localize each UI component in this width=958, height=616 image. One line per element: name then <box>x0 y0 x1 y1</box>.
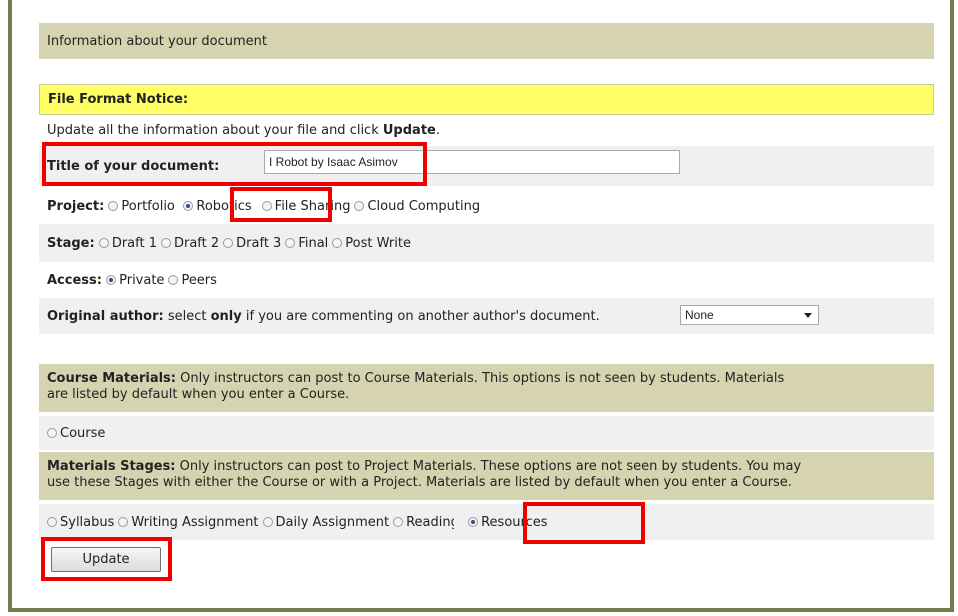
radio-icon[interactable] <box>332 238 343 248</box>
original-author-label: Original author: <box>47 308 164 324</box>
author-text-pre: select <box>163 308 211 324</box>
author-text-post: if you are commenting on another author'… <box>241 308 600 324</box>
option-label: Resources <box>481 514 548 530</box>
instruction-prefix: Update all the information about your fi… <box>47 123 383 138</box>
access-option-private[interactable]: Private <box>106 273 164 288</box>
title-input[interactable]: I Robot by Isaac Asimov <box>264 150 680 174</box>
original-author-text: Original author: select only if you are … <box>47 309 600 324</box>
option-label: Daily Assignment <box>275 514 390 530</box>
radio-icon[interactable] <box>98 238 109 248</box>
course-materials-row: Course Materials: Only instructors can p… <box>39 364 934 412</box>
option-label: Peers <box>181 272 217 288</box>
notice-instruction: Update all the information about your fi… <box>47 123 440 138</box>
stage-material-syllabus[interactable]: Syllabus <box>47 515 114 530</box>
option-label: Portfolio Prep <box>121 198 179 214</box>
radio-icon[interactable] <box>118 517 129 527</box>
option-label: Post Write <box>345 235 411 251</box>
materials-stages-text: Materials Stages: Only instructors can p… <box>47 459 801 491</box>
course-option-row: Course <box>39 416 934 450</box>
course-materials-desc-1: Only instructors can post to Course Mate… <box>176 371 785 386</box>
option-label: Cloud Computing <box>367 198 481 214</box>
option-label: Robotics <box>196 198 252 214</box>
stage-material-resources[interactable]: Resources <box>468 515 547 530</box>
course-materials-text: Course Materials: Only instructors can p… <box>47 371 784 403</box>
option-label: Course <box>60 425 106 441</box>
materials-stages-desc-1: Only instructors can post to Project Mat… <box>175 459 802 474</box>
materials-stages-row: Materials Stages: Only instructors can p… <box>39 452 934 500</box>
author-text-bold: only <box>210 308 242 324</box>
option-label: Writing Assignment <box>131 514 259 530</box>
option-label: Draft 2 <box>173 235 220 251</box>
stage-option-draft-2[interactable]: Draft 2 <box>160 235 220 251</box>
project-option-robotics[interactable]: Robotics <box>183 198 252 214</box>
radio-icon[interactable] <box>393 517 404 527</box>
radio-icon[interactable] <box>108 201 119 211</box>
materials-stages-options-row: Syllabus Writing Assignment Daily Assign… <box>39 504 934 540</box>
update-row <box>39 540 934 580</box>
radio-checked-icon[interactable] <box>106 275 117 285</box>
project-option-cloud-computing[interactable]: Cloud Computing <box>354 199 480 214</box>
stage-material-writing-assignment[interactable]: Writing Assignment <box>118 514 259 530</box>
stage-option-draft-1[interactable]: Draft 1 <box>98 235 157 251</box>
project-option-portfolio-prep[interactable]: Portfolio Prep <box>108 199 179 214</box>
radio-icon[interactable] <box>285 238 296 248</box>
stage-material-daily-assignment[interactable]: Daily Assignment <box>262 514 390 530</box>
access-label: Access: <box>47 272 102 288</box>
radio-icon[interactable] <box>223 238 234 248</box>
course-option[interactable]: Course <box>47 426 105 441</box>
stage-option-final[interactable]: Final <box>285 236 328 251</box>
header-info-bar: Information about your document <box>39 23 934 59</box>
radio-icon[interactable] <box>262 517 273 527</box>
stage-option-draft-3[interactable]: Draft 3 <box>223 236 281 251</box>
option-label: Reading <box>406 514 455 530</box>
option-label: Syllabus <box>60 514 115 530</box>
access-row: Access: Private Peers <box>39 262 934 298</box>
radio-icon[interactable] <box>354 201 365 211</box>
option-label: File Sharing <box>274 198 351 214</box>
stage-option-post-write[interactable]: Post Write <box>332 236 411 251</box>
radio-icon[interactable] <box>168 275 179 285</box>
course-materials-label: Course Materials: <box>47 371 176 386</box>
radio-icon[interactable] <box>47 517 57 527</box>
project-row: Project: Portfolio Prep Robotics File Sh… <box>39 188 934 224</box>
stage-row: Stage: Draft 1 Draft 2 Draft 3 Final Pos… <box>39 224 934 262</box>
radio-icon[interactable] <box>47 428 57 438</box>
materials-stages-line-1: Materials Stages: Only instructors can p… <box>47 459 801 475</box>
radio-checked-icon[interactable] <box>468 517 479 527</box>
update-button[interactable]: Update <box>51 547 161 572</box>
materials-stages-line-2: use these Stages with either the Course … <box>47 475 792 490</box>
chevron-down-icon[interactable] <box>804 312 812 318</box>
notice-instruction-row: Update all the information about your fi… <box>39 115 934 146</box>
radio-icon[interactable] <box>261 201 272 211</box>
materials-stages-label: Materials Stages: <box>47 459 176 474</box>
course-materials-line-1: Course Materials: Only instructors can p… <box>47 371 784 387</box>
original-author-select[interactable]: None <box>680 305 819 325</box>
stage-label: Stage: <box>47 235 95 251</box>
file-format-notice: File Format Notice: <box>39 84 934 115</box>
option-label: Private <box>119 272 165 288</box>
project-label: Project: <box>47 198 105 214</box>
access-option-peers[interactable]: Peers <box>168 273 217 288</box>
select-value: None <box>685 308 714 322</box>
instruction-suffix: . <box>435 123 440 138</box>
instruction-bold: Update <box>382 123 436 138</box>
course-materials-line-2: are listed by default when you enter a C… <box>47 387 350 402</box>
header-info-text: Information about your document <box>47 33 267 49</box>
title-label: Title of your document: <box>47 158 220 174</box>
option-label: Final <box>298 235 329 251</box>
stage-material-reading[interactable]: Reading <box>393 515 454 530</box>
radio-checked-icon[interactable] <box>183 201 194 211</box>
radio-icon[interactable] <box>160 238 171 248</box>
project-option-file-sharing[interactable]: File Sharing <box>261 198 351 214</box>
option-label: Draft 1 <box>111 235 157 251</box>
notice-title: File Format Notice: <box>48 92 189 107</box>
option-label: Draft 3 <box>236 235 282 251</box>
